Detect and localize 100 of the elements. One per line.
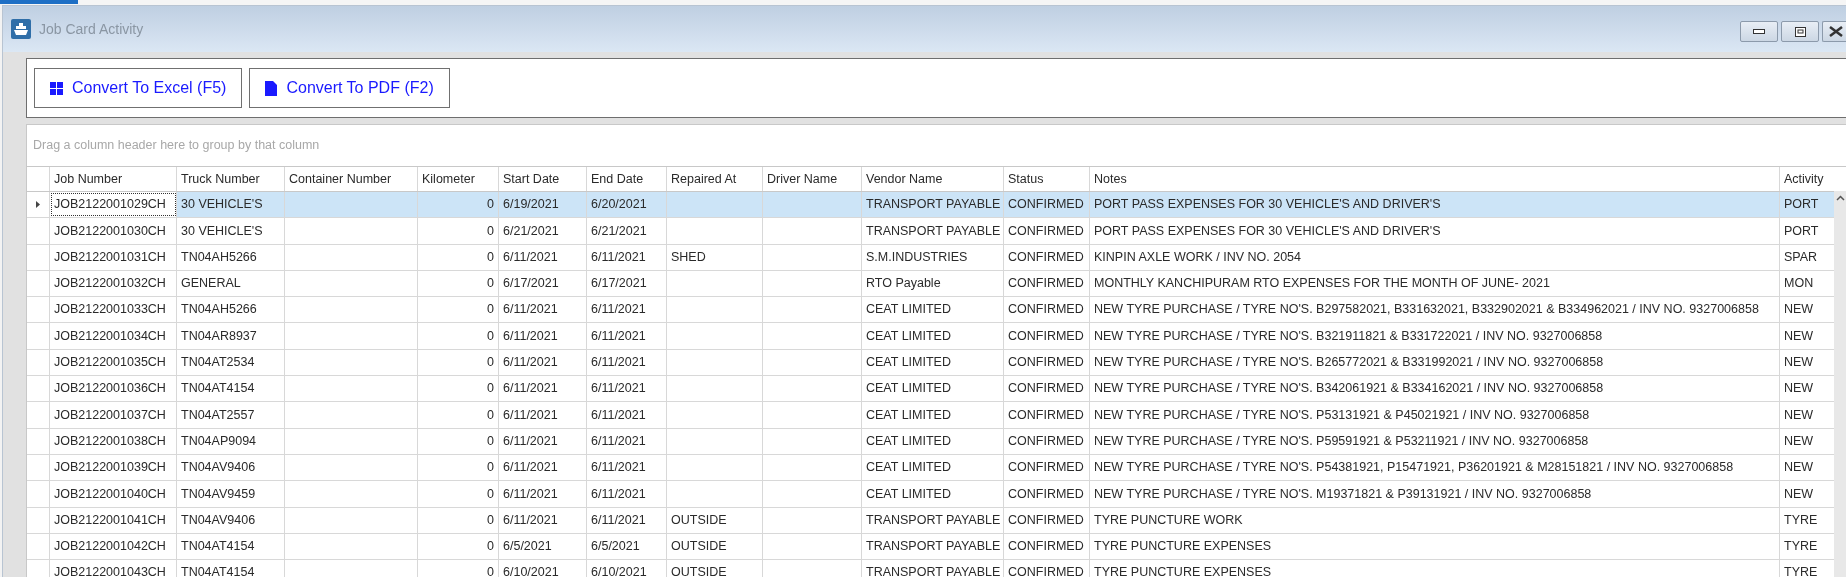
table-cell-text: CEAT LIMITED [866, 485, 951, 503]
table-cell-text: SPAR [1784, 248, 1818, 266]
table-cell-text: TN04AR8937 [181, 327, 257, 345]
table-cell-text: 0 [487, 327, 494, 345]
table-cell-text: CONFIRMED [1008, 432, 1084, 450]
current-row-icon [36, 201, 40, 209]
column-header[interactable]: Activity [1780, 167, 1836, 191]
column-header[interactable]: End Date [587, 167, 667, 191]
table-cell-text: TYRE [1784, 564, 1818, 577]
table-cell-text: 6/11/2021 [503, 432, 558, 450]
maximize-icon [1794, 26, 1806, 37]
minimize-button[interactable] [1740, 21, 1778, 42]
table-cell-text: 0 [487, 406, 494, 424]
table-cell-text: 6/21/2021 [503, 222, 559, 240]
table-cell-text: CEAT LIMITED [866, 459, 951, 477]
table-cell-text: NEW [1784, 301, 1814, 319]
table-cell-text: CEAT LIMITED [866, 380, 951, 398]
column-header[interactable]: Job Number [50, 167, 177, 191]
table-cell-text: GENERAL [181, 275, 241, 293]
table-cell-text: TN04AT4154 [181, 538, 255, 556]
table-cell-text: S.M.INDUSTRIES [866, 248, 968, 266]
table-cell-text: 0 [487, 485, 494, 503]
close-button[interactable] [1822, 21, 1846, 42]
table-cell-text: JOB2122001034CH [54, 327, 166, 345]
table-cell-text: CEAT LIMITED [866, 327, 951, 345]
column-header[interactable]: Kilometer [418, 167, 499, 191]
table-cell-text: CEAT LIMITED [866, 406, 951, 424]
table-cell-text: TN04AH5266 [181, 301, 257, 319]
table-cell-text: SHED [671, 248, 706, 266]
table-cell-text: CEAT LIMITED [866, 354, 951, 372]
column-header[interactable]: Vendor Name [862, 167, 1004, 191]
table-cell-text: JOB2122001042CH [54, 538, 166, 556]
table-cell-text: 0 [487, 248, 494, 266]
table-cell-text: 6/11/2021 [503, 301, 558, 319]
table-cell-text: CEAT LIMITED [866, 301, 951, 319]
column-header[interactable]: Container Number [285, 167, 418, 191]
table-cell-text: 0 [487, 459, 494, 477]
column-header[interactable]: Status [1004, 167, 1090, 191]
table-cell-text: NEW TYRE PURCHASE / TYRE NO'S. B321911821 & B331722021 / INV NO. 9327006858 [1094, 327, 1603, 345]
scrollbar[interactable] [1834, 191, 1846, 577]
scroll-up-icon[interactable] [1835, 195, 1845, 201]
column-header[interactable]: Notes [1090, 167, 1780, 191]
column-header[interactable]: Driver Name [763, 167, 862, 191]
table-cell-text: 6/11/2021 [503, 380, 558, 398]
table-cell-text: CONFIRMED [1008, 406, 1084, 424]
table-cell-text: JOB2122001030CH [54, 222, 166, 240]
column-header[interactable]: Repaired At [667, 167, 763, 191]
table-cell-text: JOB2122001037CH [54, 406, 166, 424]
table-cell-text: 6/11/2021 [591, 327, 646, 345]
table-cell-text: 6/11/2021 [591, 380, 646, 398]
table-cell-text: JOB2122001031CH [54, 248, 166, 266]
close-icon [1829, 26, 1843, 37]
table-cell-text: 6/11/2021 [503, 485, 558, 503]
table-cell-text: NEW [1784, 459, 1814, 477]
table-cell-text: TN04AT2534 [181, 354, 255, 372]
table-cell-text: TN04AV9406 [181, 459, 256, 477]
table-cell-text: CONFIRMED [1008, 275, 1084, 293]
table-cell-text: OUTSIDE [671, 564, 727, 577]
table-cell-text: 6/20/2021 [591, 196, 647, 214]
table-cell-text: JOB2122001039CH [54, 459, 166, 477]
table-cell-text: CONFIRMED [1008, 485, 1084, 503]
table-cell-text: CONFIRMED [1008, 222, 1084, 240]
table-cell-text: CONFIRMED [1008, 538, 1084, 556]
table-cell-text: TRANSPORT PAYABLE [866, 511, 1001, 529]
table-cell-text: JOB2122001041CH [54, 511, 166, 529]
table-cell-text: NEW [1784, 432, 1814, 450]
table-cell-text: NEW [1784, 406, 1814, 424]
export-button[interactable]: Convert To PDF (F2) [249, 68, 450, 108]
table-cell-text: JOB2122001035CH [54, 354, 166, 372]
table-cell-text: TYRE [1784, 538, 1818, 556]
minimize-icon [1753, 29, 1765, 34]
table-cell-text: 6/11/2021 [591, 354, 646, 372]
table-cell-text: 0 [487, 380, 494, 398]
column-header[interactable]: Truck Number [177, 167, 285, 191]
maximize-button[interactable] [1781, 21, 1819, 42]
table-cell-text: NEW [1784, 485, 1814, 503]
table-cell-text: 6/10/2021 [591, 564, 647, 577]
table-cell-text: 6/17/2021 [503, 275, 559, 293]
table-cell-text: 0 [487, 301, 494, 319]
table-cell-text: CEAT LIMITED [866, 432, 951, 450]
table-cell-text: 6/11/2021 [503, 459, 558, 477]
table-cell-text: 6/11/2021 [503, 406, 558, 424]
table-cell-text: MONTHLY KANCHIPURAM RTO EXPENSES FOR THE MONTH OF JUNE- 2021 [1094, 275, 1550, 293]
table-cell-text: JOB2122001036CH [54, 380, 166, 398]
table-cell-text: 6/5/2021 [503, 538, 552, 556]
table-cell-text: 6/11/2021 [591, 511, 646, 529]
table-cell-text: 6/11/2021 [591, 406, 646, 424]
table-cell-text: TYRE [1784, 511, 1818, 529]
export-button[interactable]: Convert To Excel (F5) [34, 68, 243, 108]
column-header[interactable]: Start Date [499, 167, 587, 191]
table-cell-text: TRANSPORT PAYABLE [866, 538, 1001, 556]
table-cell-text: NEW TYRE PURCHASE / TYRE NO'S. P53131921 & P45021921 / INV NO. 9327006858 [1094, 406, 1590, 424]
table-cell-text: TRANSPORT PAYABLE [866, 196, 1001, 214]
table-cell-text: 0 [487, 275, 494, 293]
table-cell-text: 6/17/2021 [591, 275, 647, 293]
table-cell-text: NEW [1784, 327, 1814, 345]
table-cell-text: TYRE PUNCTURE EXPENSES [1094, 538, 1272, 556]
table-cell-text: RTO Payable [866, 275, 941, 293]
table-cell-text: OUTSIDE [671, 538, 727, 556]
table-cell-text: 6/21/2021 [591, 222, 647, 240]
